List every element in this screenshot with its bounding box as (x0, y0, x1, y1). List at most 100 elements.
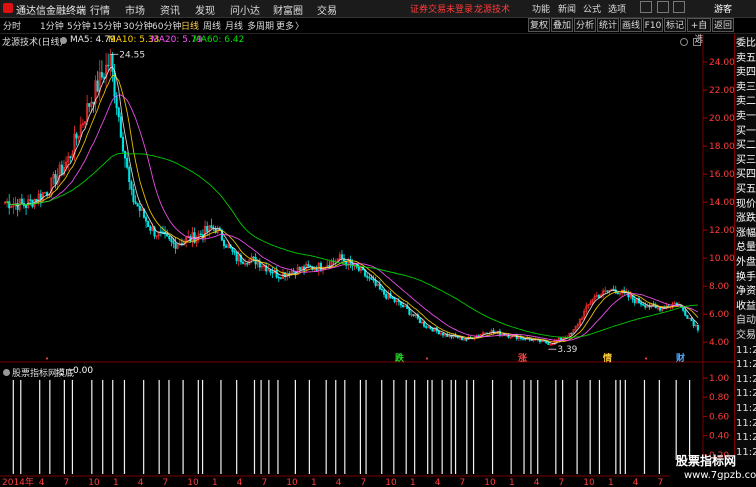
candle-body (686, 315, 689, 319)
candle-body (180, 243, 183, 245)
candle-body (307, 264, 310, 267)
y-tick-label: 8.00 (709, 282, 729, 292)
maximize-icon[interactable] (693, 38, 701, 46)
x-axis-label: 7 (658, 478, 664, 487)
candle-body (366, 275, 369, 278)
candle-body (145, 217, 148, 222)
signal-tag: 财 (675, 352, 685, 364)
candle-body (549, 344, 552, 346)
candle-body (170, 238, 173, 242)
candle-body (102, 76, 106, 79)
candle-body (100, 72, 103, 78)
quote-panel-item: 净资 (736, 286, 756, 298)
quote-panel-item: 11:2 (736, 359, 756, 371)
candle-body (380, 288, 384, 291)
candle-body (370, 277, 373, 280)
candle-body (431, 328, 434, 332)
candle-body (54, 174, 57, 185)
candle-body (425, 326, 428, 328)
candle-body (20, 198, 23, 204)
candle-body (547, 342, 550, 345)
candle-body (231, 247, 234, 252)
indicator-y-label: 0.80 (709, 393, 729, 403)
candle-body (149, 226, 152, 231)
candle-body (199, 233, 202, 235)
candle-body (465, 339, 468, 341)
quote-panel-item: 11:2 (736, 344, 756, 356)
small-signal-mark: • (644, 355, 648, 363)
candle-body (60, 164, 63, 175)
x-axis-label: 10 (88, 478, 100, 487)
candle-body (166, 233, 169, 237)
candle-body (412, 314, 415, 316)
candle-body (269, 269, 272, 273)
candle-body (241, 261, 245, 264)
quote-panel-item: 11:2 (736, 373, 756, 385)
candle-body (75, 133, 78, 139)
candle-body (130, 181, 133, 190)
candle-body (684, 310, 687, 316)
kline-chart[interactable]: 24.0022.0020.0018.0016.0014.0012.0010.00… (0, 0, 734, 487)
candle-body (172, 241, 175, 244)
candle-body (374, 280, 377, 286)
quote-panel-item: 买一 (736, 125, 756, 137)
candle-body (298, 267, 301, 270)
candle-body (25, 205, 28, 209)
candle-body (612, 288, 615, 291)
x-axis-label: 1 (311, 478, 317, 487)
candle-body (111, 54, 114, 72)
y-tick-label: 24.00 (709, 58, 734, 68)
candle-body (128, 167, 131, 182)
x-axis-label: 2014年 (2, 476, 34, 487)
x-axis-label: 1 (608, 478, 614, 487)
candle-body (418, 318, 421, 324)
x-axis-label: 1 (410, 478, 416, 487)
candle-body (136, 203, 139, 207)
candle-body (639, 302, 643, 305)
x-axis-label: 7 (559, 478, 565, 487)
quote-panel-item: 换手 (736, 271, 756, 283)
candle-body (69, 156, 72, 158)
indicator-name[interactable]: 摸底 (56, 366, 74, 379)
candle-body (423, 321, 426, 327)
candle-body (292, 271, 295, 273)
candle-body (92, 101, 95, 104)
y-tick-label: 16.00 (709, 170, 734, 180)
candle-body (391, 297, 394, 299)
x-axis-label: 7 (262, 478, 268, 487)
quote-panel-item: 11:2 (736, 432, 756, 444)
quote-panel-item: 交易 (736, 330, 756, 341)
y-tick-label: 20.00 (709, 114, 734, 124)
candle-body (357, 266, 360, 271)
quote-panel-item: 卖五 (736, 52, 756, 64)
quote-panel-item: 卖四 (736, 67, 756, 79)
quote-panel-item: 现价 (736, 198, 756, 210)
quote-panel-item: 总量 (736, 242, 756, 254)
quote-panel-item: 11:2 (736, 446, 756, 458)
candle-body (252, 256, 255, 259)
candle-body (161, 231, 165, 234)
ma60-line (4, 152, 698, 338)
quote-panel-item: 委比 (736, 38, 756, 49)
candle-body (692, 320, 695, 326)
candle-body (437, 330, 440, 335)
candle-body (126, 157, 129, 168)
candle-body (123, 150, 127, 159)
x-axis-label: 10 (187, 478, 199, 487)
candle-body (210, 225, 213, 229)
candle-body (88, 103, 91, 107)
quote-panel-item: 买二 (736, 140, 756, 152)
quote-panel-item: 涨幅 (736, 227, 756, 239)
zoom-icon[interactable] (680, 38, 688, 46)
x-axis-label: 4 (39, 478, 45, 487)
high-label: 24.55 (119, 50, 145, 60)
x-axis-label: 4 (237, 478, 243, 487)
y-tick-label: 18.00 (709, 142, 734, 152)
y-tick-label: 12.00 (709, 226, 734, 236)
indicator-settings-icon[interactable] (3, 369, 10, 376)
candle-body (271, 272, 274, 274)
candle-body (385, 294, 388, 299)
candle-body (117, 107, 120, 118)
candle-body (119, 116, 122, 138)
candle-body (383, 289, 386, 295)
